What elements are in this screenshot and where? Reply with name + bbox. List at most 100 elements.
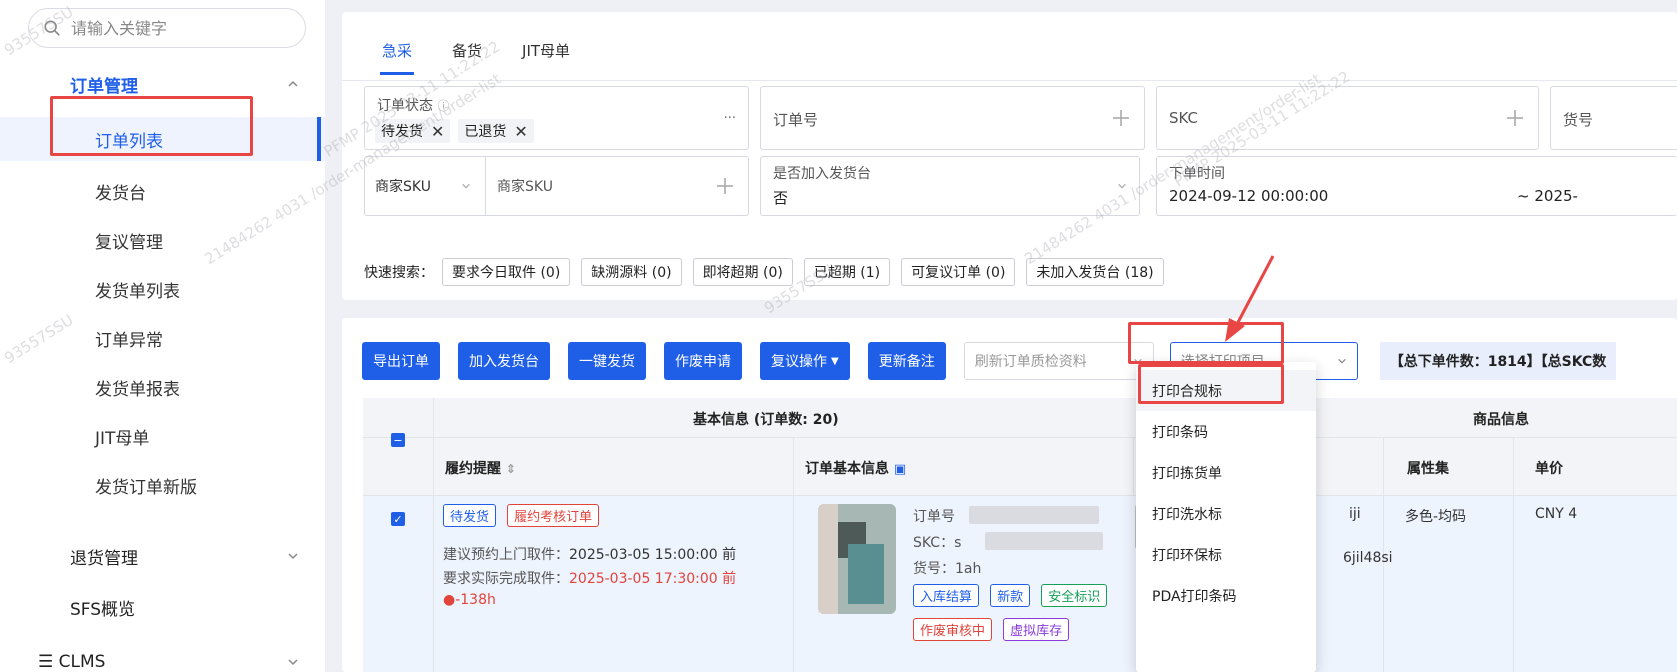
skc-field[interactable]: SKC xyxy=(1156,86,1539,150)
row-checkbox[interactable]: ✓ xyxy=(391,512,405,526)
print-wash-label-option[interactable]: 打印洗水标 xyxy=(1136,493,1316,534)
item-no-field[interactable]: 货号 xyxy=(1550,86,1677,150)
print-barcode-option[interactable]: 打印条码 xyxy=(1136,411,1316,452)
order-no-label: 订单号 xyxy=(773,111,819,129)
order-status-field[interactable]: 订单状态 ⓘ 待发货 ✕ 已退货 ✕ ··· xyxy=(364,86,749,150)
export-button[interactable]: 导出订单 xyxy=(362,342,440,380)
help-icon: ⓘ xyxy=(437,99,450,113)
merchant-sku-input[interactable]: 商家SKU xyxy=(497,176,553,196)
void-request-button[interactable]: 作废申请 xyxy=(664,342,742,380)
countdown: ●-138h xyxy=(443,592,496,608)
table-row[interactable]: ✓ 待发货 履约考核订单 建议预约上门取件：2025-03-05 15:00:0… xyxy=(363,496,1677,672)
desk-added-select[interactable]: 是否加入发货台 否 xyxy=(760,156,1140,216)
order-no-redacted xyxy=(969,506,1099,524)
sidebar-item-label: 发货台 xyxy=(95,183,146,204)
col-order-info-label: 订单基本信息 xyxy=(805,461,889,477)
nav-group-label: SFS概览 xyxy=(70,599,136,620)
tab-jit[interactable]: JIT母单 xyxy=(502,30,590,75)
sidebar-search[interactable] xyxy=(28,8,306,48)
thumb-block xyxy=(848,544,884,604)
order-time-range: ~ 2025- xyxy=(1517,187,1578,205)
plus-icon[interactable] xyxy=(1112,109,1130,127)
chevron-down-icon xyxy=(1118,183,1126,189)
item-no: 货号：1ah xyxy=(913,561,982,577)
search-input[interactable] xyxy=(71,18,291,38)
order-time-label: 下单时间 xyxy=(1169,166,1225,182)
order-list-card: 导出订单 加入发货台 一键发货 作废申请 复议操作 ▼ 更新备注 刷新订单质检资料… xyxy=(342,318,1677,672)
col-divider xyxy=(433,398,434,438)
pickup-required: 要求实际完成取件：2025-03-05 17:30:00 前 xyxy=(443,568,736,588)
review-action-button[interactable]: 复议操作 ▼ xyxy=(760,342,850,380)
clms-label: CLMS xyxy=(58,652,106,672)
info-tag: 作废审核中 xyxy=(913,618,993,641)
quick-near-overdue[interactable]: 即将超期 (0) xyxy=(692,258,793,286)
plus-icon[interactable] xyxy=(716,177,734,195)
add-to-desk-button[interactable]: 加入发货台 xyxy=(458,342,550,380)
status-chip[interactable]: 待发货 ✕ xyxy=(375,119,451,143)
nav-group-sfs[interactable]: SFS概览 xyxy=(0,587,325,627)
select-all-checkbox[interactable]: − xyxy=(391,433,405,447)
update-note-button[interactable]: 更新备注 xyxy=(867,342,946,380)
print-eco-label-option[interactable]: 打印环保标 xyxy=(1136,534,1316,575)
merchant-sku-select[interactable]: 商家SKU xyxy=(375,176,431,196)
merchant-sku-field[interactable]: 商家SKU 商家SKU xyxy=(364,156,749,216)
complete-time: 2025-03-05 17:30:00 前 xyxy=(569,571,737,587)
order-info-tags-2: 作废审核中 虚拟库存 xyxy=(913,618,1075,641)
tab-bar: 急采 备货 JIT母单 xyxy=(362,30,590,75)
quick-today-pickup[interactable]: 要求今日取件 (0) xyxy=(442,258,571,286)
quick-missing-trace[interactable]: 缺溯源料 (0) xyxy=(581,258,682,286)
sort-icon[interactable]: ⇕ xyxy=(506,462,516,476)
order-no-field[interactable]: 订单号 xyxy=(760,86,1145,150)
col-divider xyxy=(793,438,794,496)
col-order-info: 订单基本信息 ▣ xyxy=(805,458,906,478)
info-tag: 安全标识 xyxy=(1041,584,1108,607)
attr-value: 多色-均码 xyxy=(1405,509,1467,525)
skc-prefix: s xyxy=(954,535,962,551)
sidebar-item-shipping-desk[interactable]: 发货台 xyxy=(0,169,325,213)
tab-urgent[interactable]: 急采 xyxy=(362,30,432,75)
quick-overdue[interactable]: 已超期 (1) xyxy=(803,258,891,286)
col-divider xyxy=(793,496,794,672)
plus-icon[interactable] xyxy=(1506,109,1524,127)
col-price: 单价 xyxy=(1535,461,1563,477)
status-badge: 履约考核订单 xyxy=(507,504,600,527)
pda-print-barcode-option[interactable]: PDA打印条码 xyxy=(1136,575,1316,616)
nav-group-returns[interactable]: 退货管理 xyxy=(0,536,325,576)
col-attr: 属性集 xyxy=(1407,461,1449,477)
order-summary: 【总下单件数：1814】【总SKC数 xyxy=(1379,342,1617,380)
sidebar-item-order-list[interactable]: 订单列表 xyxy=(0,117,325,161)
col-reminder[interactable]: 履约提醒 ⇕ xyxy=(445,458,516,478)
nav-group-order-management[interactable]: 订单管理 xyxy=(0,64,325,104)
sidebar-item-shipment-list[interactable]: 发货单列表 xyxy=(0,267,325,311)
nav-group-clms[interactable]: ☰ CLMS xyxy=(0,642,325,672)
status-chip[interactable]: 已退货 ✕ xyxy=(458,119,534,143)
sidebar-item-new-shipment[interactable]: 发货订单新版 xyxy=(0,463,325,507)
sidebar-item-order-exception[interactable]: 订单异常 xyxy=(0,316,325,360)
order-time-field[interactable]: 下单时间 2024-09-12 00:00:00 ~ 2025- xyxy=(1156,156,1677,216)
print-picklist-option[interactable]: 打印拣货单 xyxy=(1136,452,1316,493)
col-divider xyxy=(1133,438,1134,496)
order-time-start[interactable]: 2024-09-12 00:00:00 xyxy=(1169,187,1328,205)
close-icon[interactable]: ✕ xyxy=(431,122,444,141)
sidebar-item-jit[interactable]: JIT母单 xyxy=(0,414,325,458)
order-status-label: 订单状态 ⓘ xyxy=(377,95,449,115)
sidebar-item-shipment-report[interactable]: 发货单报表 xyxy=(0,365,325,409)
refresh-qc-placeholder: 刷新订单质检资料 xyxy=(974,354,1087,370)
quick-reviewable[interactable]: 可复议订单 (0) xyxy=(901,258,1016,286)
table-group-header: 基本信息 (订单数: 20) 商品信息 xyxy=(363,398,1677,438)
print-compliance-option[interactable]: 打印合规标 xyxy=(1136,370,1316,411)
one-click-ship-button[interactable]: 一键发货 xyxy=(568,342,646,380)
quick-not-in-desk[interactable]: 未加入发货台 (18) xyxy=(1026,258,1164,286)
refresh-qc-select[interactable]: 刷新订单质检资料 xyxy=(963,342,1154,380)
image-icon[interactable]: ▣ xyxy=(894,462,906,477)
close-icon[interactable]: ✕ xyxy=(514,122,527,141)
more-icon[interactable]: ··· xyxy=(724,111,736,126)
skc-line: SKC：s xyxy=(913,532,961,552)
sku-text: 6jil48si xyxy=(1343,550,1393,566)
row-status-tags: 待发货 履约考核订单 xyxy=(443,504,605,527)
product-thumbnail[interactable] xyxy=(818,504,896,614)
sidebar-item-review[interactable]: 复议管理 xyxy=(0,218,325,262)
pickup-suggest: 建议预约上门取件：2025-03-05 15:00:00 前 xyxy=(443,544,736,564)
tab-stock[interactable]: 备货 xyxy=(432,30,502,75)
order-time-end[interactable]: 2025- xyxy=(1534,187,1578,205)
